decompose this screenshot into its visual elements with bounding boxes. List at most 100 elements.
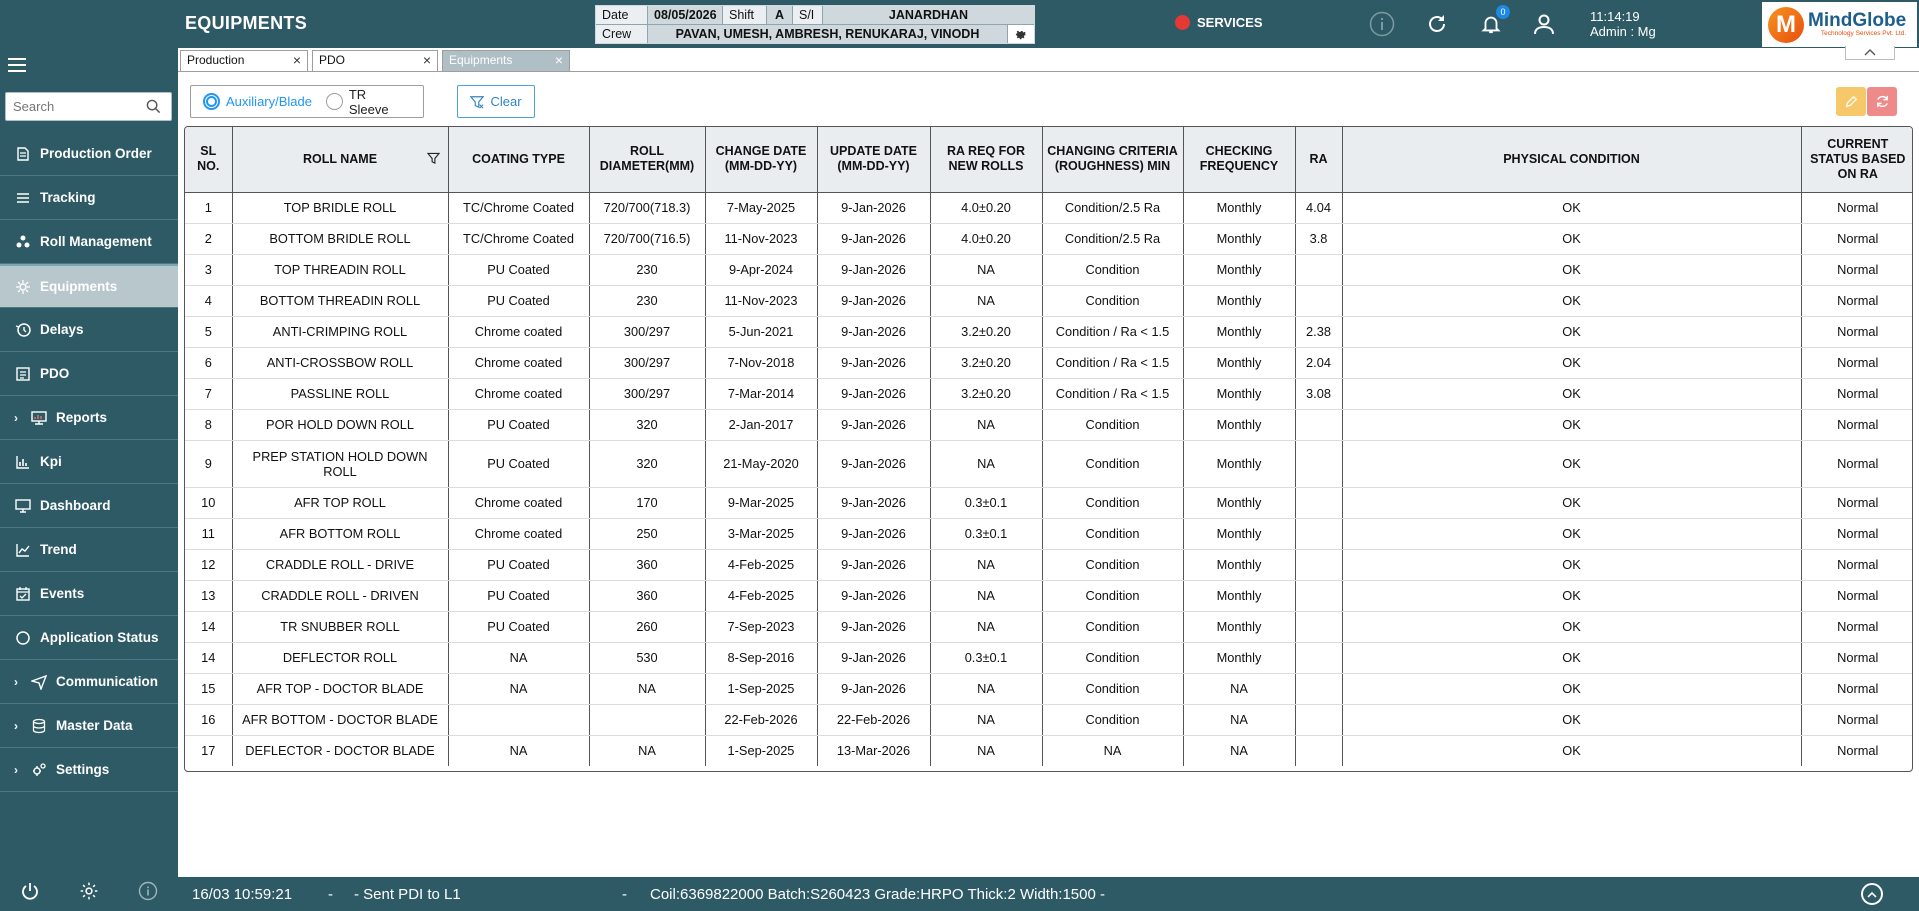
edit-button[interactable] <box>1836 87 1866 116</box>
sidebar-item-reports[interactable]: › Reports <box>0 396 178 440</box>
sidebar-search-input[interactable] <box>6 93 136 120</box>
table-row[interactable]: 9 PREP STATION HOLD DOWN ROLL PU Coated 320… <box>185 440 1912 488</box>
close-icon[interactable]: × <box>423 51 431 70</box>
table-row[interactable]: 14 DEFLECTOR ROLL NA 530 8-Sep-2016 9-Jan-202… <box>185 642 1912 674</box>
cell-change-date: 2-Jan-2017 <box>705 409 818 441</box>
cell-roll-diameter: 300/297 <box>589 347 706 379</box>
status-message: - Sent PDI to L1 <box>354 886 461 903</box>
table-row[interactable]: 4 BOTTOM THREADIN ROLL PU Coated 230 11-Nov-… <box>185 285 1912 317</box>
tab-pdo[interactable]: PDO × <box>312 50 438 71</box>
user-profile-button[interactable] <box>1531 11 1557 37</box>
sidebar-item-communication[interactable]: › Communication <box>0 660 178 704</box>
cell-change-date: 1-Sep-2025 <box>705 735 818 766</box>
cell-coating-type: Chrome coated <box>448 316 590 348</box>
sidebar-item-trend[interactable]: Trend <box>0 528 178 572</box>
delays-icon <box>14 321 32 339</box>
sidebar-item-delays[interactable]: Delays <box>0 308 178 352</box>
cell-checking-frequency: Monthly <box>1183 378 1296 410</box>
sidebar-item-events[interactable]: Events <box>0 572 178 616</box>
pencil-icon <box>1845 95 1858 107</box>
cell-update-date: 22-Feb-2026 <box>817 704 931 736</box>
cell-physical-condition: OK <box>1342 611 1802 643</box>
table-row[interactable]: 5 ANTI-CRIMPING ROLL Chrome coated 300/297 5… <box>185 316 1912 348</box>
reload-button[interactable] <box>1424 11 1450 37</box>
footer-info-button[interactable] <box>138 881 158 904</box>
refresh-table-button[interactable] <box>1867 87 1897 116</box>
cell-current-status: Normal <box>1801 223 1912 255</box>
cell-sl-no: 11 <box>185 518 233 550</box>
cell-changing-criteria: Condition <box>1042 518 1184 550</box>
table-row[interactable]: 10 AFR TOP ROLL Chrome coated 170 9-Mar-2025… <box>185 487 1912 519</box>
cell-roll-name: AFR TOP - DOCTOR BLADE <box>232 673 449 705</box>
cell-roll-name: ANTI-CROSSBOW ROLL <box>232 347 449 379</box>
cell-sl-no: 16 <box>185 704 233 736</box>
sidebar-item-roll-management[interactable]: Roll Management <box>0 220 178 264</box>
chevron-right-icon: › <box>14 410 18 425</box>
cell-current-status: Normal <box>1837 743 1879 759</box>
cell-update-date: 9-Jan-2026 <box>817 487 931 519</box>
roll-management-icon <box>14 233 32 251</box>
cell-change-date: 5-Jun-2021 <box>705 316 818 348</box>
table-row[interactable]: 13 CRADDLE ROLL - DRIVEN PU Coated 360 4-Feb… <box>185 580 1912 612</box>
cell-roll-name: CRADDLE ROLL - DRIVE <box>232 549 449 581</box>
sidebar-item-settings[interactable]: › Settings <box>0 748 178 792</box>
cell-coating-type: PU Coated <box>448 580 590 612</box>
cell-coating-type <box>448 704 590 736</box>
table-row[interactable]: 1 TOP BRIDLE ROLL TC/Chrome Coated 720/700(… <box>185 192 1912 224</box>
tab-production[interactable]: Production × <box>180 50 308 71</box>
collapse-header-button[interactable] <box>1845 46 1895 60</box>
table-row[interactable]: 17 DEFLECTOR - DOCTOR BLADE NA NA 1-Sep-2025… <box>185 735 1912 766</box>
menu-toggle-button[interactable] <box>8 58 26 75</box>
close-icon[interactable]: × <box>293 51 301 70</box>
table-row[interactable]: 11 AFR BOTTOM ROLL Chrome coated 250 3-Mar-2… <box>185 518 1912 550</box>
table-row[interactable]: 16 AFR BOTTOM - DOCTOR BLADE 22-Feb-2026 22… <box>185 704 1912 736</box>
tab-equipments[interactable]: Equipments × <box>442 50 570 71</box>
cell-ra-req: 0.3±0.1 <box>930 518 1043 550</box>
search-icon[interactable] <box>146 99 161 114</box>
sidebar-item-dashboard[interactable]: Dashboard <box>0 484 178 528</box>
table-row[interactable]: 7 PASSLINE ROLL Chrome coated 300/297 7-Mar-… <box>185 378 1912 410</box>
table-row[interactable]: 12 CRADDLE ROLL - DRIVE PU Coated 360 4-Feb-… <box>185 549 1912 581</box>
crew-settings-button[interactable] <box>1008 25 1034 43</box>
table-row[interactable]: 3 TOP THREADIN ROLL PU Coated 230 9-Apr-2024… <box>185 254 1912 286</box>
services-status[interactable]: SERVICES <box>1175 15 1263 30</box>
radio-label: Auxiliary/Blade <box>226 94 312 109</box>
table-row[interactable]: 14 TR SNUBBER ROLL PU Coated 260 7-Sep-2023 9… <box>185 611 1912 643</box>
radio-tr-sleeve[interactable]: TR Sleeve <box>326 87 409 117</box>
sidebar-item-label: Roll Management <box>40 234 152 249</box>
sidebar-item-production-order[interactable]: Production Order <box>0 132 178 176</box>
clear-filter-button[interactable]: Clear <box>457 85 535 118</box>
sidebar-item-kpi[interactable]: Kpi <box>0 440 178 484</box>
sidebar-item-equipments[interactable]: Equipments <box>0 264 178 308</box>
power-button[interactable] <box>20 881 40 904</box>
cell-physical-condition: OK <box>1342 285 1802 317</box>
cell-update-date: 9-Jan-2026 <box>817 518 931 550</box>
close-icon[interactable]: × <box>555 51 563 70</box>
cell-changing-criteria: Condition <box>1042 611 1184 643</box>
sidebar-item-master-data[interactable]: › Master Data <box>0 704 178 748</box>
filter-icon[interactable] <box>426 152 440 165</box>
cell-checking-frequency: Monthly <box>1183 285 1296 317</box>
footer-settings-button[interactable] <box>79 881 99 904</box>
sidebar-item-tracking[interactable]: Tracking <box>0 176 178 220</box>
table-header-row: SL NO. ROLL NAME COATING TYPE ROLL DIAME… <box>185 127 1912 193</box>
table-row[interactable]: 15 AFR TOP - DOCTOR BLADE NA NA 1-Sep-2025 9-… <box>185 673 1912 705</box>
current-user: Admin : Mg <box>1590 24 1656 39</box>
notifications-button[interactable]: 0 <box>1478 5 1510 37</box>
cell-roll-diameter: 320 <box>589 440 706 488</box>
cell-ra <box>1295 409 1343 441</box>
sidebar-item-pdo[interactable]: PDO <box>0 352 178 396</box>
info-button[interactable] <box>1369 11 1395 37</box>
cell-changing-criteria: Condition <box>1042 487 1184 519</box>
table-row[interactable]: 2 BOTTOM BRIDLE ROLL TC/Chrome Coated 720/7… <box>185 223 1912 255</box>
cell-coating-type: TC/Chrome Coated <box>448 223 590 255</box>
sidebar-item-application-status[interactable]: Application Status <box>0 616 178 660</box>
cell-change-date: 11-Nov-2023 <box>705 223 818 255</box>
crew-label: Crew <box>596 25 648 43</box>
radio-auxiliary-blade[interactable]: Auxiliary/Blade <box>203 93 312 110</box>
cell-ra <box>1295 285 1343 317</box>
table-row[interactable]: 6 ANTI-CROSSBOW ROLL Chrome coated 300/297 7… <box>185 347 1912 379</box>
expand-status-button[interactable] <box>1861 883 1883 905</box>
cell-physical-condition: OK <box>1342 192 1802 224</box>
table-row[interactable]: 8 POR HOLD DOWN ROLL PU Coated 320 2-Jan-201… <box>185 409 1912 441</box>
